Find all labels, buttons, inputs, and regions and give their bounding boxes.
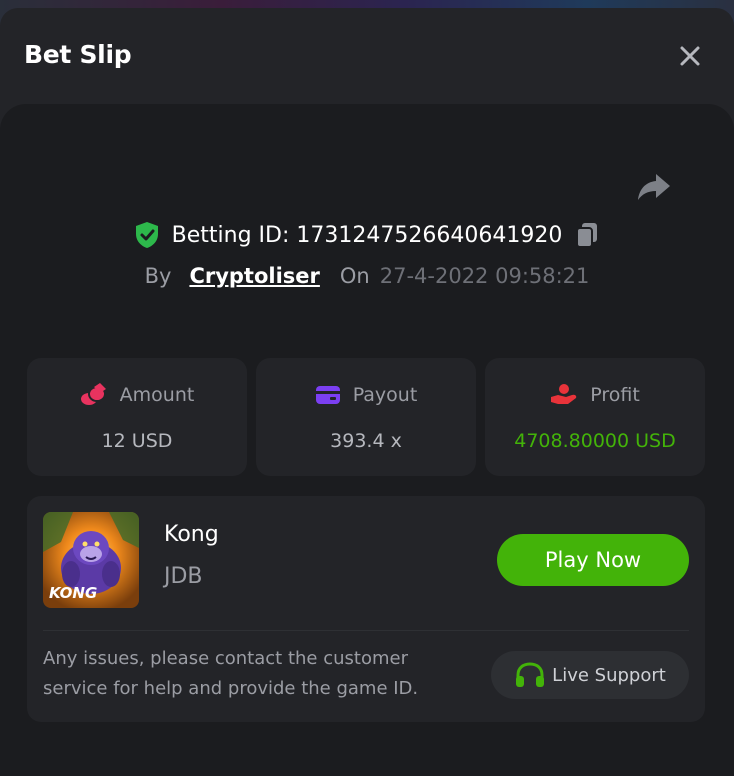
by-label: By (144, 264, 172, 288)
profit-value: 4708.80000 USD (514, 430, 676, 452)
game-card: KONG Kong JDB Play Now Any issues, pleas… (27, 496, 705, 722)
help-text: Any issues, please contact the customer … (43, 648, 419, 699)
card-icon (315, 386, 340, 404)
betting-id-label: Betting ID: (171, 222, 290, 248)
bet-datetime: 27-4-2022 09:58:21 (379, 264, 590, 288)
copy-icon[interactable] (574, 221, 600, 249)
hand-coin-icon (551, 384, 577, 404)
modal-title: Bet Slip (24, 40, 132, 69)
profit-card: Profit 4708.80000 USD (485, 358, 705, 476)
betting-id-row: Betting ID: 1731247526640641920 (0, 218, 734, 252)
bet-slip-modal: Bet Slip Betting ID: 1731247526640641920 (0, 8, 734, 776)
game-provider: JDB (164, 564, 203, 589)
amount-value: 12 USD (101, 430, 173, 452)
share-button[interactable] (636, 170, 672, 202)
username-link[interactable]: Cryptoliser (189, 264, 319, 288)
betting-id-text: Betting ID: 1731247526640641920 (172, 223, 563, 248)
payout-label: Payout (352, 384, 418, 406)
amount-label: Amount (119, 384, 195, 406)
divider (43, 630, 689, 631)
payout-card: Payout 393.4 x (256, 358, 476, 476)
bet-details-panel: Betting ID: 1731247526640641920 By Crypt… (0, 104, 734, 776)
play-now-button[interactable]: Play Now (497, 534, 689, 586)
modal-header: Bet Slip (0, 8, 734, 104)
close-icon (680, 46, 700, 66)
betting-id-value: 1731247526640641920 (296, 222, 563, 248)
coins-icon (80, 383, 106, 405)
shield-check-icon (135, 222, 158, 248)
profit-label: Profit (590, 384, 640, 406)
bet-author-row: By Cryptoliser On 27-4-2022 09:58:21 (0, 260, 734, 292)
live-support-label: Live Support (552, 664, 666, 686)
thumbnail-title: KONG (49, 584, 98, 602)
game-name: Kong (164, 522, 219, 547)
payout-value: 393.4 x (330, 430, 402, 452)
on-label: On (339, 264, 370, 288)
close-button[interactable] (674, 40, 706, 72)
live-support-button[interactable]: Live Support (491, 651, 689, 699)
headset-icon (516, 662, 545, 687)
share-icon (638, 174, 670, 200)
amount-card: Amount 12 USD (27, 358, 247, 476)
game-thumbnail[interactable]: KONG (43, 512, 139, 608)
